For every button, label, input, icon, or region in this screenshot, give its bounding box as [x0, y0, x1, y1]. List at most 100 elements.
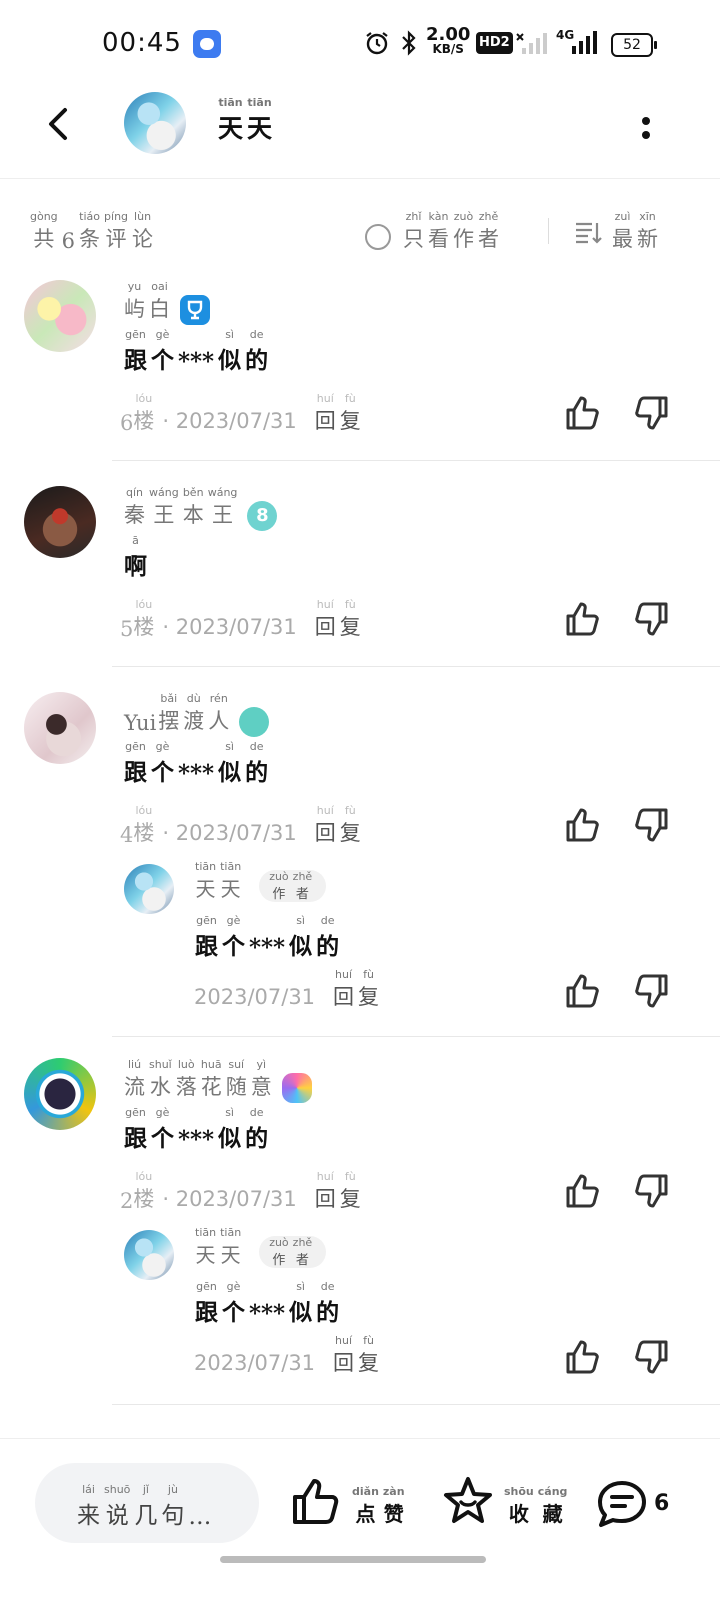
reply-author-avatar[interactable]: [124, 864, 174, 914]
reply-button[interactable]: huí 回 fù 复: [315, 1170, 365, 1213]
ruby-char: lóu 楼: [133, 804, 155, 845]
ruby-char: lái 来: [77, 1483, 100, 1529]
comment-date: · 2023/07/31: [162, 821, 297, 845]
thumbs-up-icon: [566, 974, 599, 1008]
ruby-char: huí 回: [314, 1170, 336, 1211]
like-reply-button[interactable]: [564, 1338, 602, 1376]
commenter-name[interactable]: Yui bǎi 摆 dù 渡 rén 人: [124, 692, 270, 737]
dislike-comment-button[interactable]: [632, 600, 670, 638]
ruby-char: wáng 王: [149, 486, 179, 527]
ruby-char: zuò 作: [269, 870, 289, 902]
thumbs-up-icon: [566, 1340, 599, 1374]
ruby-char: dù 渡: [183, 692, 205, 733]
bluetooth-icon: [400, 30, 418, 62]
dislike-comment-button[interactable]: [632, 394, 670, 432]
like-comment-button[interactable]: [564, 394, 602, 432]
ruby-char: gè 个: [151, 328, 174, 374]
like-post-button[interactable]: diǎn 点 zàn 赞: [290, 1475, 409, 1527]
ruby-char: huí 回: [314, 598, 336, 639]
ruby-char: tiáo 条: [79, 210, 101, 251]
commenter-avatar[interactable]: [24, 486, 96, 558]
ruby-char: zhě 者: [292, 870, 313, 902]
comment-text: gēn 跟 gè 个 *** sì 似 de 的: [124, 328, 272, 375]
ruby-char: ***: [178, 348, 215, 375]
reply-button[interactable]: huí 回 fù 复: [333, 1334, 383, 1377]
ruby-char: sì 似: [218, 1106, 242, 1152]
commenter-avatar[interactable]: [24, 692, 96, 764]
ruby-char: sì 似: [289, 914, 313, 960]
ruby-char: zuò 作: [453, 210, 474, 251]
more-options-button[interactable]: [640, 114, 652, 144]
reply-button[interactable]: huí 回 fù 复: [315, 804, 365, 847]
reply-meta: 2023/07/31 huí 回 fù 复: [190, 1334, 383, 1377]
comment-input-placeholder: lái 来 shuō 说 jǐ 几 jù 句 …: [77, 1483, 215, 1530]
reply-author-name[interactable]: tiān 天 tiān 天 zuò 作 zhě 者: [195, 1226, 327, 1268]
ruby-char: gè 个: [151, 740, 174, 786]
reply-button[interactable]: huí 回 fù 复: [315, 598, 365, 641]
ruby-char: de 的: [316, 914, 340, 960]
ruby-char: wáng 王: [207, 486, 238, 527]
ruby-char: huí 回: [333, 1334, 355, 1375]
like-comment-button[interactable]: [564, 806, 602, 844]
ruby-char: gēn 跟: [195, 914, 218, 960]
commenter-name[interactable]: yu 屿 oai 白: [124, 280, 210, 325]
ruby-char: huā 花: [200, 1058, 222, 1099]
dislike-reply-button[interactable]: [632, 972, 670, 1010]
commenter-avatar[interactable]: [24, 280, 96, 352]
network-speed: 2.00 KB/S: [426, 24, 471, 56]
reply-date: 2023/07/31: [194, 985, 316, 1009]
reply-meta: 2023/07/31 huí 回 fù 复: [190, 968, 383, 1011]
colorful-badge-icon: [281, 1073, 312, 1103]
ruby-char: diǎn 点: [352, 1485, 379, 1526]
ruby-char: huí 回: [333, 968, 355, 1009]
reply-button[interactable]: huí 回 fù 复: [333, 968, 383, 1011]
comment-filter-bar: gòng 共 6 tiáo 条 píng 评 lùn 论 zhǐ 只 kàn 看 zuò 作 zhě 者 z…: [0, 200, 720, 260]
signal-sim1-icon: [516, 30, 548, 60]
commenter-name[interactable]: qín 秦 wáng 王 běn 本 wáng 王 8: [124, 486, 278, 531]
like-label: diǎn 点 zàn 赞: [352, 1485, 409, 1527]
thumbs-up-icon: [566, 602, 599, 636]
commenter-name-prefix: Yui: [124, 711, 157, 735]
ruby-char: qín 秦: [124, 486, 145, 527]
reply-button[interactable]: huí 回 fù 复: [315, 392, 365, 435]
like-comment-button[interactable]: [564, 1172, 602, 1210]
ruby-char: fù 复: [339, 392, 361, 433]
home-indicator[interactable]: [220, 1556, 486, 1563]
favorite-label: shōu 收 cáng 藏: [504, 1485, 571, 1527]
reply-author-name[interactable]: tiān 天 tiān 天 zuò 作 zhě 者: [195, 860, 327, 902]
thumbs-down-icon: [635, 1174, 668, 1208]
top-app-bar: tiān 天 tiān 天: [0, 80, 720, 179]
commenter-avatar[interactable]: [24, 1058, 96, 1130]
sort-latest-button[interactable]: zuì 最 xīn 新: [574, 210, 662, 253]
comment-date: · 2023/07/31: [162, 409, 297, 433]
favorite-button[interactable]: shōu 收 cáng 藏: [442, 1475, 571, 1527]
status-bar: 00:45 2.00 KB/S HD2 4G 52: [0, 0, 720, 80]
comment-date: · 2023/07/31: [162, 615, 297, 639]
dislike-comment-button[interactable]: [632, 806, 670, 844]
dislike-comment-button[interactable]: [632, 1172, 670, 1210]
author-avatar[interactable]: [124, 92, 186, 154]
sort-icon: [574, 220, 602, 251]
ruby-char: rén 人: [208, 692, 230, 733]
ruby-char: píng 评: [104, 210, 129, 251]
comment-input[interactable]: lái 来 shuō 说 jǐ 几 jù 句 …: [35, 1463, 259, 1543]
back-button[interactable]: [40, 104, 80, 144]
ruby-char: gè 个: [222, 1280, 245, 1326]
reply-author-avatar[interactable]: [124, 1230, 174, 1280]
comments-button[interactable]: [596, 1479, 648, 1533]
like-comment-button[interactable]: [564, 600, 602, 638]
ruby-char: lùn 论: [132, 210, 154, 251]
ruby-char: huí 回: [314, 392, 336, 433]
ruby-char: lóu 楼: [133, 1170, 155, 1211]
hd-voice-icon: HD2: [476, 32, 513, 54]
ruby-char: sì 似: [218, 740, 242, 786]
dislike-reply-button[interactable]: [632, 1338, 670, 1376]
like-reply-button[interactable]: [564, 972, 602, 1010]
battery-indicator: 52: [611, 33, 657, 57]
ruby-char: ***: [178, 1126, 215, 1153]
commenter-name[interactable]: liú 流 shuǐ 水 luò 落 huā 花 suí 随 yì 意: [124, 1058, 312, 1103]
author-only-toggle[interactable]: zhǐ 只 kàn 看 zuò 作 zhě 者: [365, 210, 503, 253]
comment-meta: 5 lóu 楼 · 2023/07/31 huí 回 fù 复: [120, 598, 365, 641]
ruby-char: fù 复: [358, 968, 380, 1009]
ruby-char: tiān 天: [220, 860, 242, 901]
